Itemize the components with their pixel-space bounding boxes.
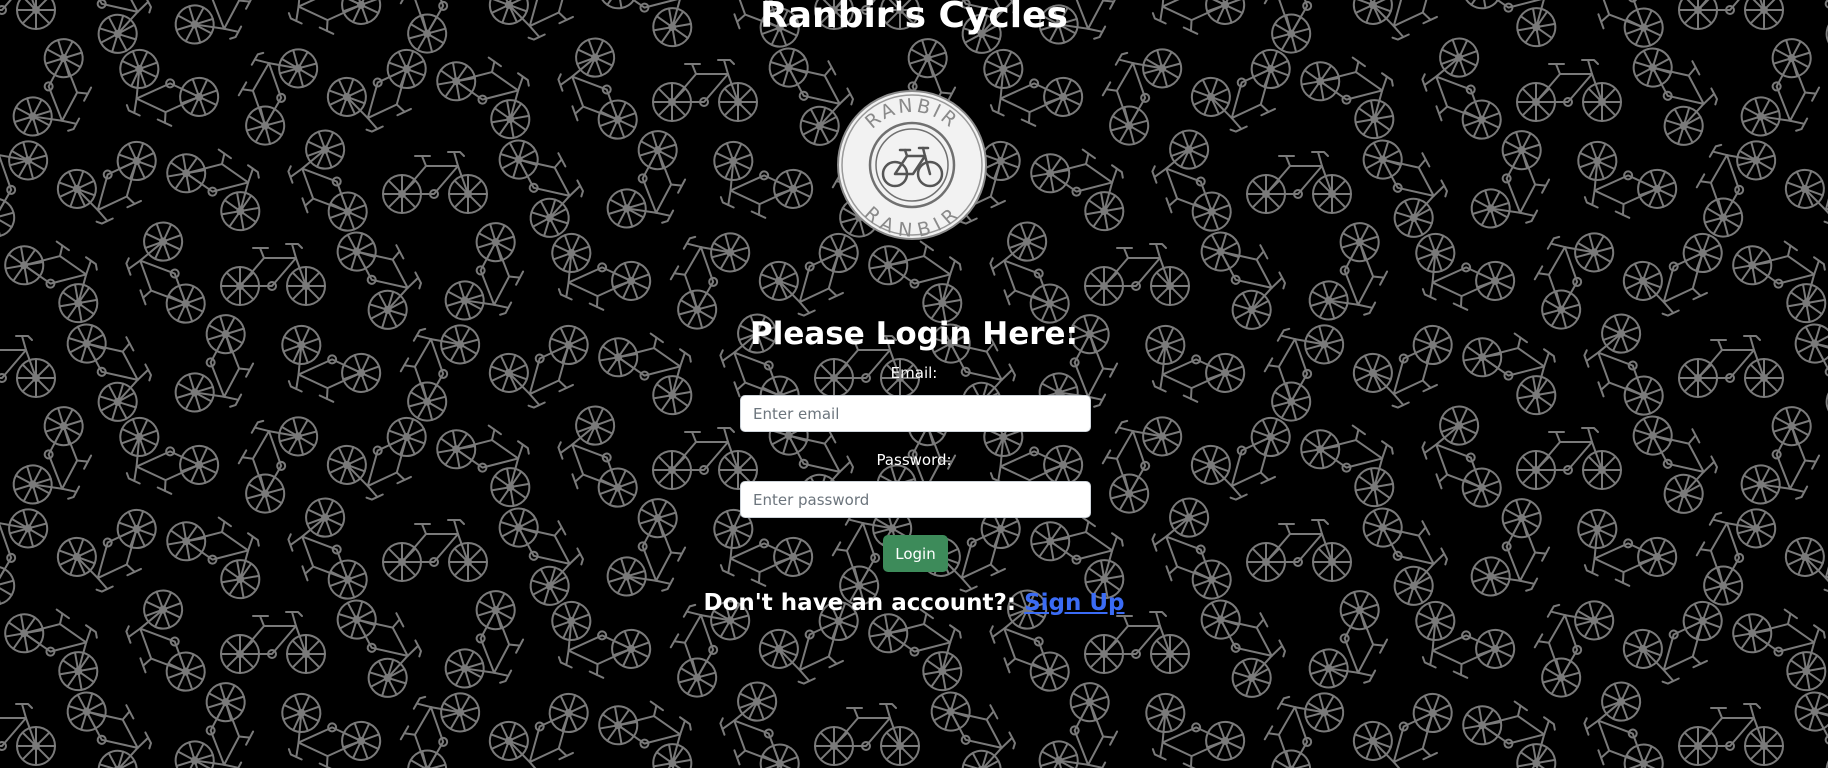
site-title: Ranbir's Cycles [760, 0, 1068, 36]
signup-prompt-text: Don't have an account?: [703, 590, 1025, 616]
email-field[interactable] [740, 395, 1091, 432]
password-label: Password: [876, 451, 952, 469]
login-heading: Please Login Here: [750, 316, 1078, 352]
ranbir-logo: RANBIR RANBIR [837, 90, 987, 240]
sign-up-link[interactable]: Sign Up [1024, 590, 1124, 616]
password-field[interactable] [740, 481, 1091, 518]
login-page: Ranbir's Cycles RANBIR RANBIR Please Log… [0, 0, 1828, 768]
signup-prompt: Don't have an account?: Sign Up [0, 588, 1828, 618]
email-label: Email: [890, 364, 938, 382]
login-button[interactable]: Login [883, 535, 948, 572]
